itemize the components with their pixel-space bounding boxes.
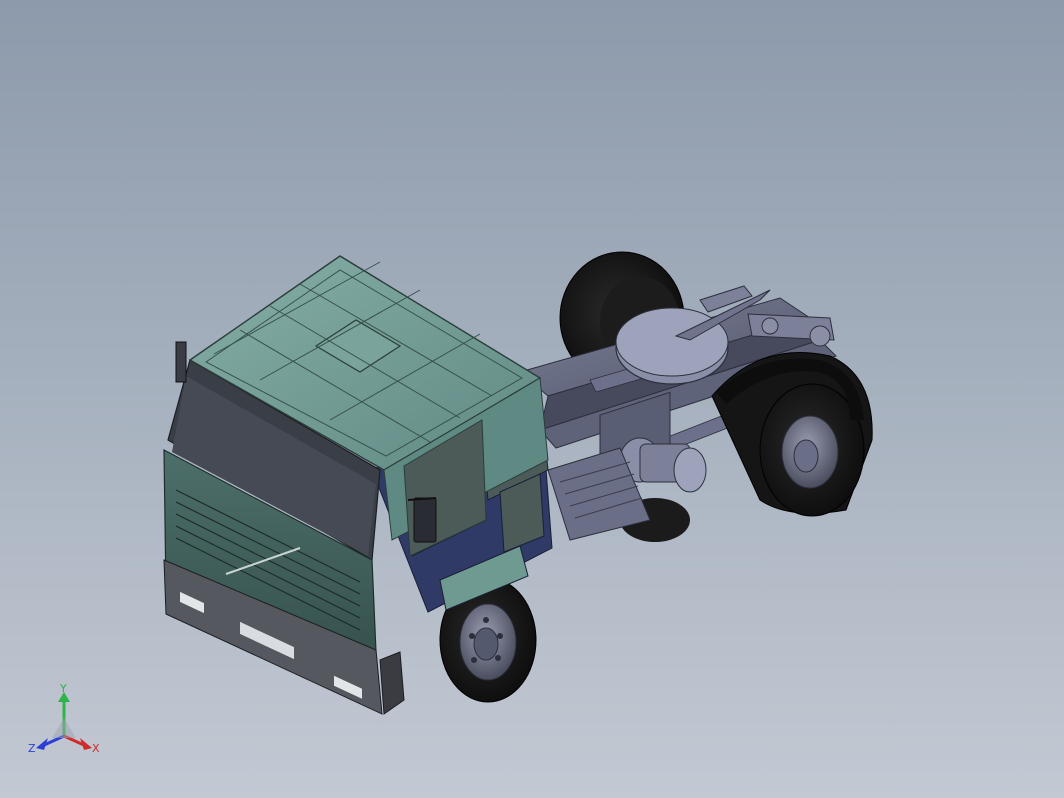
triad-origin [52,718,76,738]
left-mirror [175,341,187,383]
z-axis-label: Z [28,742,36,755]
rear-right-tire [711,352,873,517]
axis-triad[interactable]: Y X Z [22,682,112,762]
y-axis-label: Y [59,682,67,695]
x-axis-label: X [92,742,100,755]
truck-model[interactable] [0,0,1064,798]
graphics-viewport[interactable]: Y X Z [0,0,1064,798]
